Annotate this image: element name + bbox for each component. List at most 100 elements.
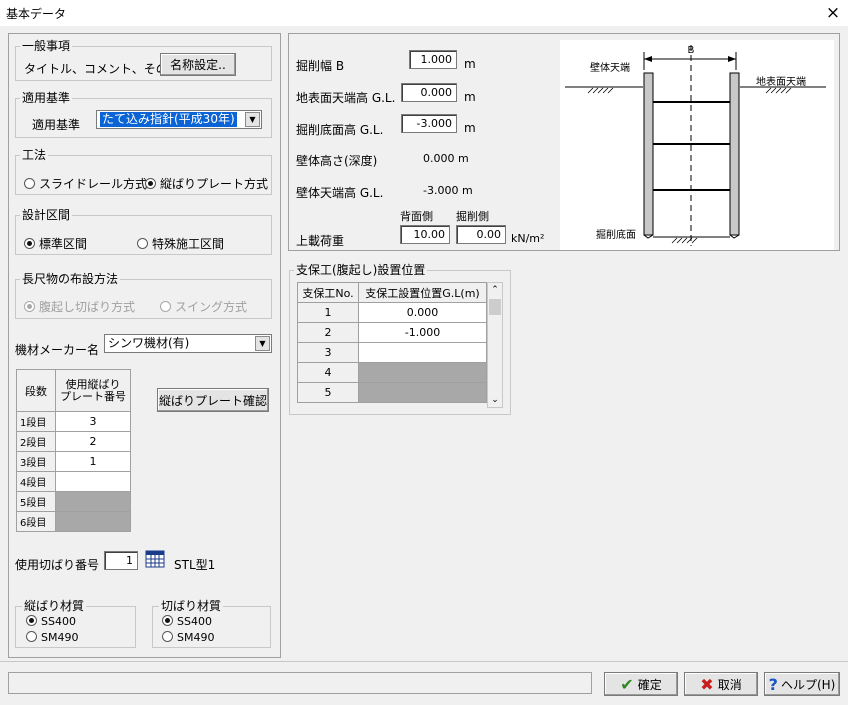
maker-select[interactable]: シンワ機材(有) ▼ — [104, 334, 272, 353]
chevron-down-icon[interactable]: ▼ — [245, 112, 260, 127]
stage-row: 4段目 — [16, 471, 131, 492]
stage-label-cell: 6段目 — [16, 511, 56, 532]
support-pos-header: 支保工設置位置G.L(m) — [358, 282, 487, 303]
standard-row-label: 適用基準 — [32, 118, 81, 132]
footer-divider — [0, 661, 848, 662]
scroll-up-icon[interactable]: ⌃ — [488, 283, 502, 297]
standard-selected-value: たて込み指針(平成30年) — [100, 112, 237, 127]
radio-selected-icon — [24, 238, 35, 249]
chevron-down-icon[interactable]: ▼ — [255, 336, 270, 351]
strut-label: 使用切ばり番号 — [15, 558, 100, 572]
maker-selected-value: シンワ機材(有) — [108, 336, 190, 350]
section-option-standard[interactable]: 標準区間 — [24, 235, 87, 252]
plate-number-cell[interactable]: 2 — [55, 431, 131, 452]
title-bar — [0, 0, 848, 26]
radio-selected-icon — [26, 615, 37, 626]
bottom-unit: m — [464, 121, 476, 135]
stage-label-cell: 5段目 — [16, 491, 56, 512]
ground-input[interactable]: 0.000 — [401, 83, 457, 102]
section-option-special[interactable]: 特殊施工区間 — [137, 235, 224, 252]
bottom-input[interactable]: -3.000 — [401, 114, 457, 133]
support-row: 5 — [297, 382, 487, 403]
radio-icon — [162, 631, 173, 642]
vertical-material-option-ss400[interactable]: SS400 — [26, 615, 76, 628]
support-row: 1 0.000 — [297, 302, 487, 323]
support-row: 4 — [297, 362, 487, 383]
support-no-cell: 5 — [297, 382, 359, 403]
help-button[interactable]: ? ヘルプ(H) — [764, 672, 840, 696]
excav-side-label: 掘削側 — [456, 210, 489, 223]
name-settings-button[interactable]: 名称設定.. — [160, 53, 236, 76]
window-title: 基本データ — [6, 7, 67, 21]
calendar-table-icon[interactable] — [145, 550, 165, 568]
load-excav-input[interactable]: 0.00 — [456, 225, 506, 244]
stage-row: 5段目 — [16, 491, 131, 512]
maker-label: 機材メーカー名 — [15, 343, 100, 357]
load-back-input[interactable]: 10.00 — [400, 225, 450, 244]
stage-table: 段数 使用縦ばり プレート番号 1段目 3 2段目 2 3段目 1 4段目 5段目 6段目 — [16, 369, 131, 532]
ok-button[interactable]: ✔ 確定 — [604, 672, 678, 696]
strut-material-option-ss400[interactable]: SS400 — [162, 615, 212, 628]
vertical-material-group-label: 縦ばり材質 — [22, 599, 87, 613]
standard-select[interactable]: たて込み指針(平成30年) ▼ — [96, 110, 262, 129]
support-pos-cell[interactable]: 0.000 — [358, 302, 487, 323]
radio-icon — [160, 301, 171, 312]
scroll-down-icon[interactable]: ⌄ — [488, 393, 502, 407]
diagram-wall-top-label: 壁体天端 — [590, 61, 630, 74]
stage-label-cell: 1段目 — [16, 411, 56, 432]
scroll-thumb[interactable] — [489, 299, 501, 315]
long-layout-option-waling[interactable]: 腹起し切ばり方式 — [24, 298, 135, 315]
cancel-button[interactable]: ✖ 取消 — [684, 672, 758, 696]
support-pos-cell[interactable]: -1.000 — [358, 322, 487, 343]
stage-label-cell: 4段目 — [16, 471, 56, 492]
method-option-vertical-plate[interactable]: 縦ばりプレート方式 — [145, 175, 268, 192]
status-bar — [8, 672, 592, 694]
diagram-bottom-label: 掘削底面 — [596, 228, 636, 241]
strut-number-input[interactable]: 1 — [104, 551, 138, 570]
long-layout-option-swing[interactable]: スイング方式 — [160, 298, 247, 315]
stage-header: 段数 — [16, 369, 56, 412]
support-table: 支保工No. 支保工設置位置G.L(m) 1 0.000 2 -1.000 3 4 5 — [297, 282, 487, 403]
check-icon: ✔ — [620, 674, 634, 694]
plate-number-cell[interactable] — [55, 471, 131, 492]
diagram-ground-top-label: 地表面天端 — [756, 75, 806, 88]
width-input[interactable]: 1.000 — [409, 50, 457, 69]
plate-check-button[interactable]: 縦ばりプレート確認 — [157, 388, 269, 412]
stage-row: 3段目 1 — [16, 451, 131, 472]
bottom-label: 掘削底面高 G.L. — [296, 123, 384, 137]
method-option-slide-rail[interactable]: スライドレール方式 — [24, 175, 147, 192]
support-pos-cell — [358, 362, 487, 383]
back-side-label: 背面側 — [400, 210, 433, 223]
ground-label: 地表面天端高 G.L. — [296, 91, 396, 105]
diagram-svg: B 壁体天端 地表面天端 掘削底面 — [565, 45, 826, 246]
vertical-material-option-sm490[interactable]: SM490 — [26, 631, 78, 644]
support-no-cell: 3 — [297, 342, 359, 363]
plate-number-header: 使用縦ばり プレート番号 — [55, 369, 131, 412]
width-label: 掘削幅 B — [296, 59, 345, 73]
radio-selected-icon — [162, 615, 173, 626]
load-unit: kN/m² — [511, 232, 545, 245]
wall-height-label: 壁体高さ(深度) — [296, 154, 378, 168]
support-no-cell: 4 — [297, 362, 359, 383]
cross-icon: ✖ — [700, 674, 714, 694]
radio-icon — [137, 238, 148, 249]
wall-height-value: 0.000 m — [423, 152, 469, 165]
load-label: 上載荷重 — [296, 234, 345, 248]
stage-label-cell: 3段目 — [16, 451, 56, 472]
strut-material-option-sm490[interactable]: SM490 — [162, 631, 214, 644]
support-group-label: 支保工(腹起し)設置位置 — [294, 263, 428, 277]
long-layout-group-label: 長尺物の布設方法 — [20, 272, 121, 286]
support-scrollbar[interactable]: ⌃ ⌄ — [487, 282, 503, 408]
support-pos-cell[interactable] — [358, 342, 487, 363]
plate-number-cell[interactable]: 1 — [55, 451, 131, 472]
stage-label-cell: 2段目 — [16, 431, 56, 452]
support-row: 2 -1.000 — [297, 322, 487, 343]
close-icon[interactable]: × — [822, 2, 844, 24]
strut-material-group-label: 切ばり材質 — [159, 599, 224, 613]
stage-row: 2段目 2 — [16, 431, 131, 452]
support-pos-cell — [358, 382, 487, 403]
ground-hatch-left — [587, 87, 614, 94]
general-group-label: 一般事項 — [20, 39, 73, 53]
method-group-label: 工法 — [20, 148, 49, 162]
plate-number-cell[interactable]: 3 — [55, 411, 131, 432]
